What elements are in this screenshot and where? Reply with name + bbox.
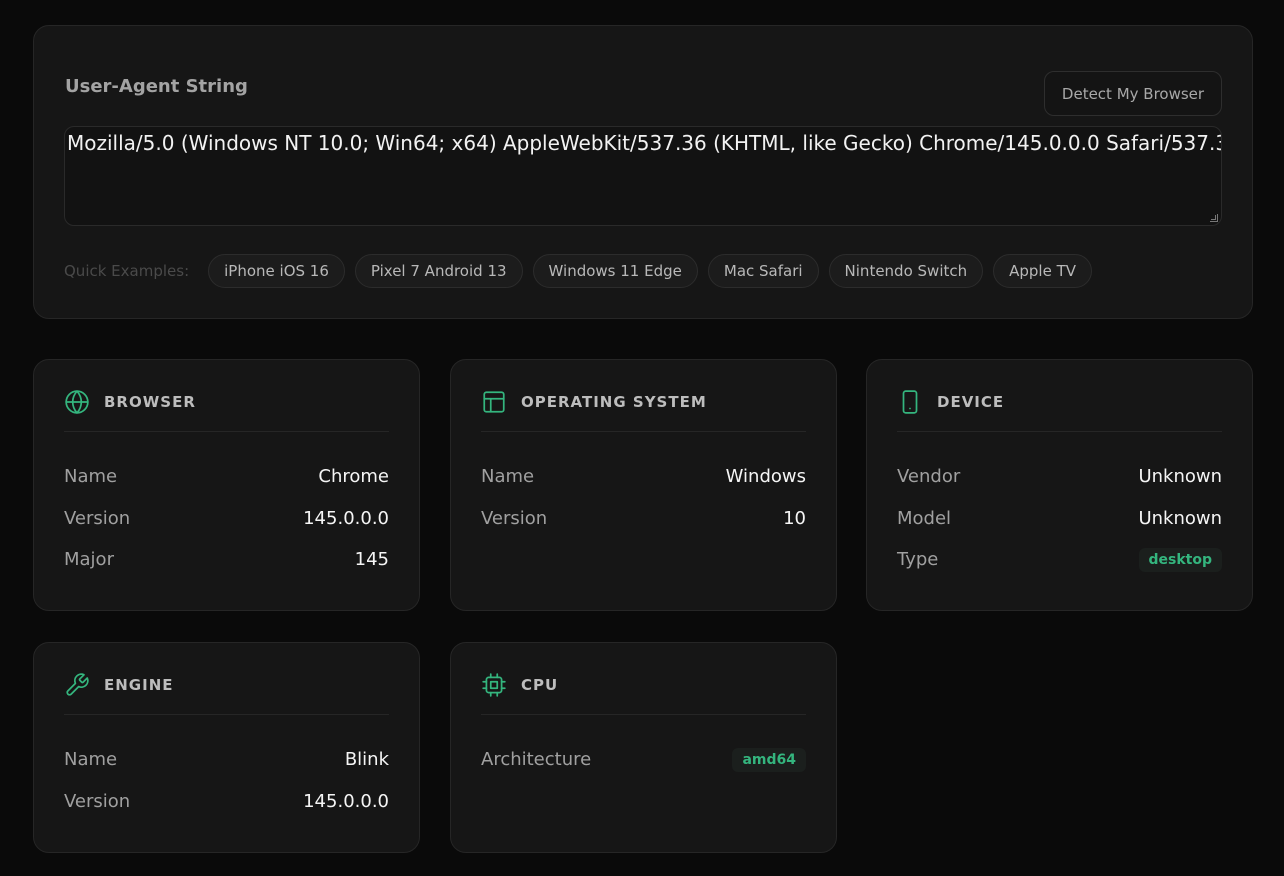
device-card-title: DEVICE (937, 393, 1005, 411)
row-value: Unknown (1138, 507, 1222, 529)
row-value: Windows (725, 466, 806, 488)
browser-row-major: Major 145 (64, 539, 389, 581)
engine-card-header: ENGINE (64, 673, 389, 715)
example-chip-windows-edge[interactable]: Windows 11 Edge (532, 254, 698, 288)
row-key: Version (64, 790, 131, 812)
quick-examples-label: Quick Examples: (64, 262, 190, 280)
row-value: Chrome (318, 466, 389, 488)
example-chip-mac-safari[interactable]: Mac Safari (707, 254, 819, 288)
engine-card: ENGINE Name Blink Version 145.0.0.0 (33, 642, 420, 853)
browser-card-header: BROWSER (64, 390, 389, 432)
cpu-icon (482, 673, 506, 697)
os-row-version: Version 10 (481, 498, 806, 540)
globe-icon (65, 390, 89, 414)
row-value: Blink (344, 749, 389, 771)
browser-row-name: Name Chrome (64, 456, 389, 498)
row-value: Unknown (1138, 466, 1222, 488)
os-row-name: Name Windows (481, 456, 806, 498)
row-key: Version (64, 507, 131, 529)
detect-browser-button[interactable]: Detect My Browser (1044, 71, 1222, 116)
row-value: 145.0.0.0 (303, 507, 389, 529)
row-key: Name (64, 466, 118, 488)
os-card-header: OPERATING SYSTEM (481, 390, 806, 432)
example-chip-pixel[interactable]: Pixel 7 Android 13 (354, 254, 523, 288)
device-type-badge: desktop (1138, 547, 1222, 572)
example-chip-nintendo-switch[interactable]: Nintendo Switch (828, 254, 984, 288)
user-agent-value: Mozilla/5.0 (Windows NT 10.0; Win64; x64… (67, 131, 1222, 155)
user-agent-title: User-Agent String (65, 76, 248, 97)
cpu-architecture-badge: amd64 (732, 747, 806, 772)
device-rows: Vendor Unknown Model Unknown Type deskto… (897, 456, 1222, 581)
row-key: Name (64, 749, 118, 771)
browser-card-title: BROWSER (104, 393, 196, 411)
device-row-model: Model Unknown (897, 498, 1222, 540)
row-key: Version (481, 507, 548, 529)
example-chip-iphone[interactable]: iPhone iOS 16 (208, 254, 345, 288)
row-key: Architecture (481, 749, 592, 771)
row-key: Vendor (897, 466, 961, 488)
resize-handle-icon[interactable] (1210, 214, 1218, 222)
page: User-Agent String Detect My Browser Mozi… (0, 0, 1284, 876)
row-value: 145.0.0.0 (303, 790, 389, 812)
os-rows: Name Windows Version 10 (481, 456, 806, 539)
engine-row-name: Name Blink (64, 739, 389, 781)
example-chip-apple-tv[interactable]: Apple TV (993, 254, 1093, 288)
device-card: DEVICE Vendor Unknown Model Unknown Type… (866, 359, 1253, 611)
device-card-header: DEVICE (897, 390, 1222, 432)
device-row-type: Type desktop (897, 539, 1222, 581)
cpu-card-header: CPU (481, 673, 806, 715)
cpu-card-title: CPU (521, 676, 559, 694)
cpu-card: CPU Architecture amd64 (450, 642, 837, 853)
row-value: 10 (783, 507, 806, 529)
engine-row-version: Version 145.0.0.0 (64, 781, 389, 823)
smartphone-icon (902, 390, 918, 414)
cpu-row-architecture: Architecture amd64 (481, 739, 806, 781)
device-row-vendor: Vendor Unknown (897, 456, 1222, 498)
os-card: OPERATING SYSTEM Name Windows Version 10 (450, 359, 837, 611)
wrench-icon (66, 673, 89, 696)
row-value: 145 (354, 549, 389, 571)
engine-rows: Name Blink Version 145.0.0.0 (64, 739, 389, 822)
row-key: Type (897, 549, 939, 571)
cpu-rows: Architecture amd64 (481, 739, 806, 781)
row-key: Model (897, 507, 952, 529)
quick-examples: Quick Examples: iPhone iOS 16 Pixel 7 An… (64, 254, 1093, 288)
row-key: Major (64, 549, 114, 571)
user-agent-textarea[interactable]: Mozilla/5.0 (Windows NT 10.0; Win64; x64… (64, 126, 1222, 226)
user-agent-panel: User-Agent String Detect My Browser Mozi… (33, 25, 1253, 319)
layout-icon (483, 391, 505, 413)
os-card-title: OPERATING SYSTEM (521, 393, 707, 411)
browser-card: BROWSER Name Chrome Version 145.0.0.0 Ma… (33, 359, 420, 611)
browser-row-version: Version 145.0.0.0 (64, 498, 389, 540)
engine-card-title: ENGINE (104, 676, 174, 694)
row-key: Name (481, 466, 535, 488)
browser-rows: Name Chrome Version 145.0.0.0 Major 145 (64, 456, 389, 581)
